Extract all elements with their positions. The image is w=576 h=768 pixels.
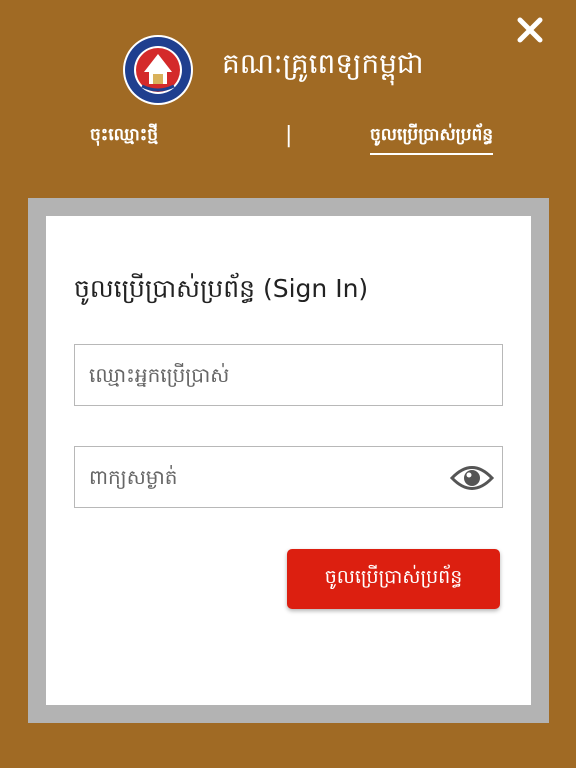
form-title: ចូលប្រើប្រាស់ប្រព័ន្ធ (Sign In) (74, 274, 369, 303)
organization-logo (122, 34, 194, 106)
sign-in-button[interactable]: ចូលប្រើប្រាស់ប្រព័ន្ធ (287, 549, 500, 609)
tab-login[interactable]: ចូលប្រើប្រាស់ប្រព័ន្ធ (370, 124, 494, 155)
header: គណៈគ្រូពេទ្យកម្ពុជា (0, 30, 576, 110)
eye-icon (449, 466, 495, 490)
username-input[interactable] (75, 345, 502, 405)
tab-register[interactable]: ចុះឈ្មោះថ្មី (90, 124, 158, 149)
organization-name: គណៈគ្រូពេទ្យកម្ពុជា (222, 47, 424, 80)
password-input[interactable] (75, 447, 502, 507)
toggle-password-visibility-button[interactable] (449, 461, 495, 495)
auth-nav: ចុះឈ្មោះថ្មី | ចូលប្រើប្រាស់ប្រព័ន្ធ (0, 118, 576, 162)
username-field (74, 344, 503, 406)
login-card: ចូលប្រើប្រាស់ប្រព័ន្ធ (Sign In) ចូលប្រើប… (46, 216, 531, 705)
password-field (74, 446, 503, 508)
nav-separator: | (285, 123, 293, 148)
login-card-frame: ចូលប្រើប្រាស់ប្រព័ន្ធ (Sign In) ចូលប្រើប… (28, 198, 549, 723)
